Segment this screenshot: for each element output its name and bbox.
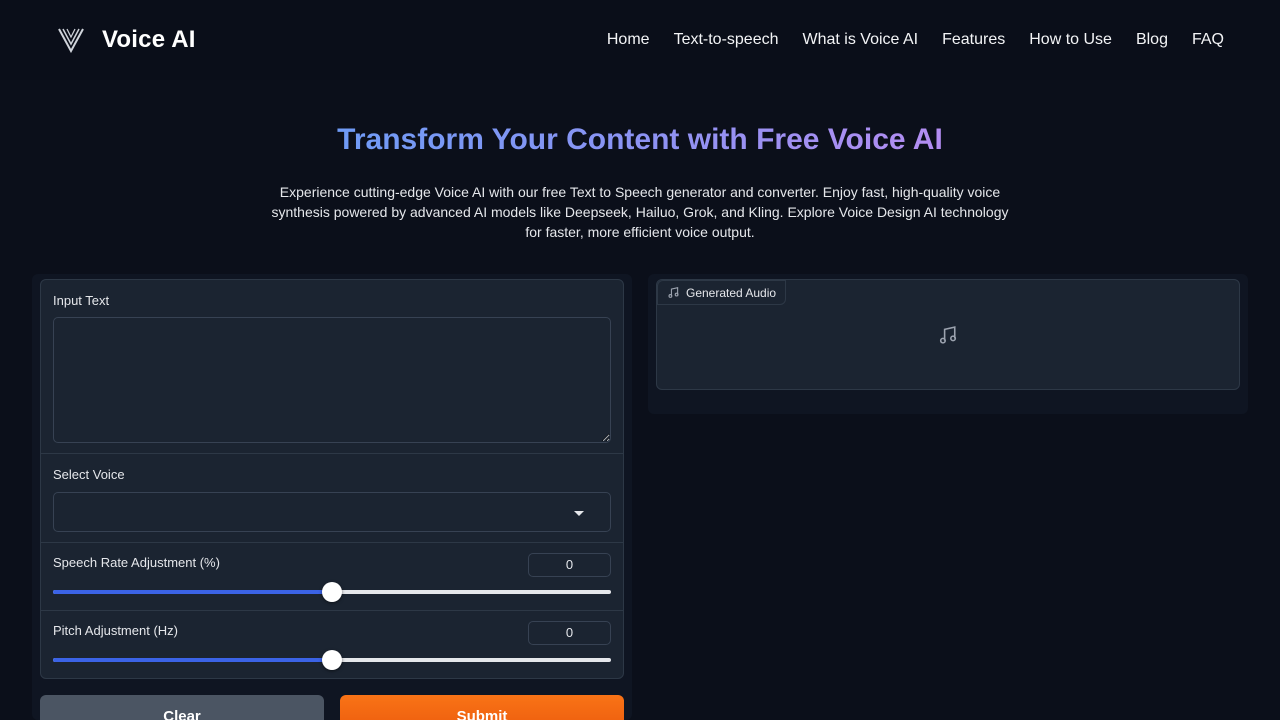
main-nav: Home Text-to-speech What is Voice AI Fea… xyxy=(583,30,1224,50)
nav-how-to-use[interactable]: How to Use xyxy=(1029,30,1112,50)
speech-rate-section: Speech Rate Adjustment (%) 0 xyxy=(41,543,623,611)
music-note-icon xyxy=(668,287,679,298)
slider-thumb[interactable] xyxy=(322,582,342,602)
hero-description: Experience cutting-edge Voice AI with ou… xyxy=(271,184,1009,240)
speech-rate-slider[interactable] xyxy=(53,582,611,602)
slider-fill xyxy=(53,658,332,662)
generated-audio-label: Generated Audio xyxy=(686,285,777,300)
brand-name: Voice AI xyxy=(102,26,196,53)
v-logo-icon xyxy=(58,28,84,53)
hero-title: Transform Your Content with Free Voice A… xyxy=(0,120,1280,160)
generated-audio-box: Generated Audio xyxy=(656,279,1240,390)
input-text-label: Input Text xyxy=(53,293,110,308)
submit-button[interactable]: Submit xyxy=(340,695,624,720)
pitch-label: Pitch Adjustment (Hz) xyxy=(53,623,178,638)
voice-section: Select Voice xyxy=(41,454,623,543)
input-text-section: Input Text xyxy=(41,280,623,454)
pitch-section: Pitch Adjustment (Hz) 0 xyxy=(41,611,623,680)
music-note-icon xyxy=(939,326,957,344)
pitch-slider[interactable] xyxy=(53,650,611,670)
speech-rate-label: Speech Rate Adjustment (%) xyxy=(53,555,220,570)
clear-button[interactable]: Clear xyxy=(40,695,324,720)
input-text-field[interactable] xyxy=(53,317,611,443)
tts-form: Input Text Select Voice Speech Rate Adju… xyxy=(40,279,624,679)
nav-home[interactable]: Home xyxy=(607,30,650,50)
select-voice-label: Select Voice xyxy=(53,467,125,482)
nav-features[interactable]: Features xyxy=(942,30,1005,50)
nav-what-is-voice-ai[interactable]: What is Voice AI xyxy=(803,30,919,50)
generated-audio-tag: Generated Audio xyxy=(657,280,787,305)
pitch-input[interactable]: 0 xyxy=(528,621,611,645)
nav-text-to-speech[interactable]: Text-to-speech xyxy=(674,30,779,50)
nav-faq[interactable]: FAQ xyxy=(1192,30,1224,50)
brand-logo[interactable]: Voice AI xyxy=(58,26,196,54)
voice-select[interactable] xyxy=(53,492,611,532)
slider-fill xyxy=(53,590,332,594)
speech-rate-input[interactable]: 0 xyxy=(528,553,611,577)
chevron-down-icon xyxy=(574,511,584,516)
slider-thumb[interactable] xyxy=(322,650,342,670)
site-header: Voice AI Home Text-to-speech What is Voi… xyxy=(0,0,1280,80)
nav-blog[interactable]: Blog xyxy=(1136,30,1168,50)
hero-title-text: Transform Your Content with Free Voice A… xyxy=(337,123,943,156)
